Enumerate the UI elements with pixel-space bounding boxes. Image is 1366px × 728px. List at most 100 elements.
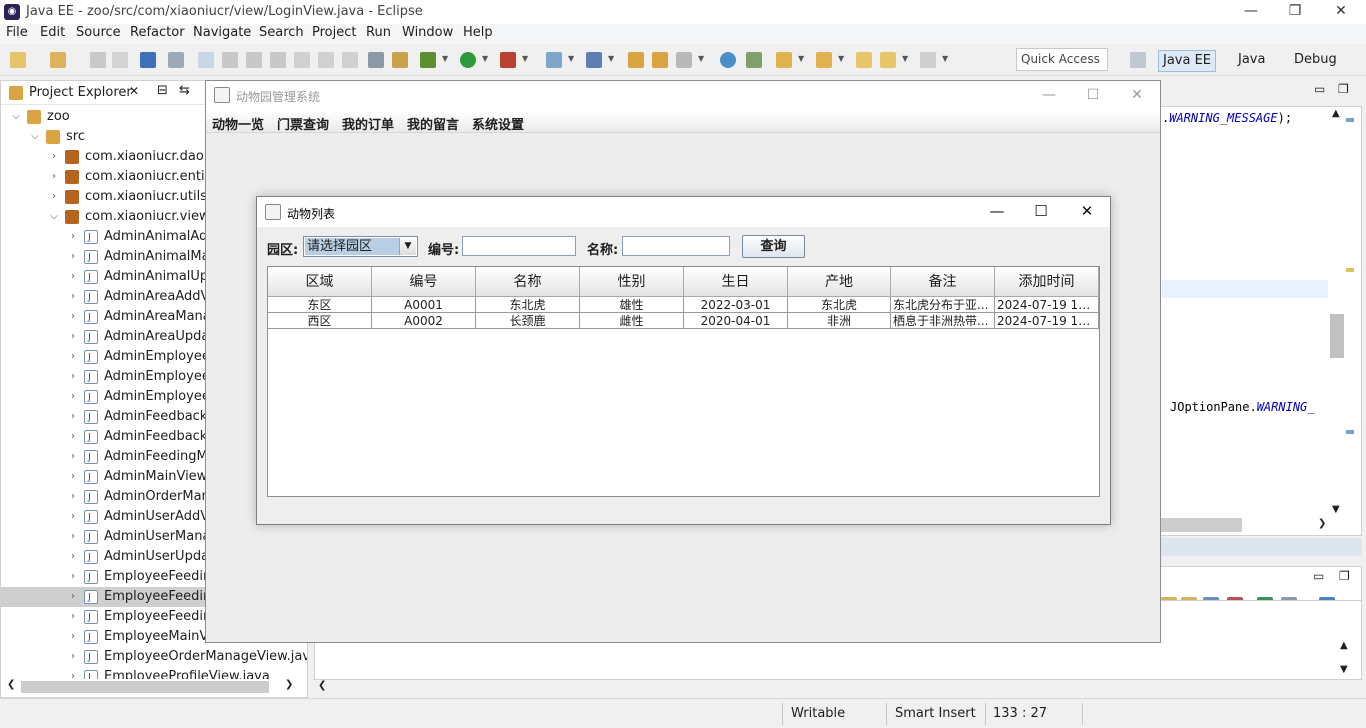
chevron-down-icon[interactable]: ⌵ bbox=[49, 207, 59, 227]
table-cell[interactable]: 东区 bbox=[268, 297, 372, 313]
project-explorer-hscrollbar[interactable]: ❮ ❯ bbox=[7, 679, 301, 693]
close-icon[interactable]: ✕ bbox=[1064, 197, 1110, 227]
chevron-right-icon[interactable]: › bbox=[49, 187, 59, 207]
close-icon[interactable]: ✕ bbox=[1318, 0, 1364, 24]
menu-ticket-query[interactable]: 门票查询 bbox=[277, 114, 329, 133]
table-cell[interactable]: 雌性 bbox=[580, 313, 684, 329]
chevron-right-icon[interactable]: › bbox=[68, 607, 78, 627]
debug-icon[interactable] bbox=[420, 52, 436, 68]
last-edit-icon[interactable] bbox=[856, 52, 872, 68]
skip-breakpoints-icon[interactable] bbox=[168, 52, 184, 68]
table-cell[interactable]: A0001 bbox=[372, 297, 476, 313]
table-cell[interactable]: 2020-04-01 bbox=[684, 313, 788, 329]
chevron-right-icon[interactable]: › bbox=[68, 347, 78, 367]
print-icon[interactable] bbox=[140, 52, 156, 68]
menu-run[interactable]: Run bbox=[366, 25, 391, 40]
quick-access-input[interactable]: Quick Access bbox=[1016, 48, 1108, 71]
menu-animal-overview[interactable]: 动物一览 bbox=[212, 114, 264, 133]
search-button[interactable]: 查询 bbox=[742, 235, 805, 258]
open-perspective-icon[interactable] bbox=[1130, 52, 1146, 68]
table-cell[interactable]: 东北虎 bbox=[788, 297, 891, 313]
menu-source[interactable]: Source bbox=[76, 25, 121, 40]
run-external-tool-icon[interactable] bbox=[500, 52, 516, 68]
animal-table[interactable]: 区域 编号 名称 性别 生日 产地 备注 添加时间 东区 A0001 东北虎 雄性 2022-03-01… bbox=[267, 266, 1100, 497]
perspective-debug[interactable]: Debug bbox=[1290, 50, 1341, 72]
table-header[interactable]: 性别 bbox=[580, 267, 684, 297]
open-task-icon[interactable] bbox=[392, 52, 408, 68]
chevron-right-icon[interactable]: › bbox=[68, 567, 78, 587]
scroll-thumb[interactable] bbox=[1330, 314, 1344, 358]
use-step-filters-icon[interactable] bbox=[368, 52, 384, 68]
tree-item[interactable]: › EmployeeProfileView.java bbox=[1, 667, 307, 679]
table-header[interactable]: 编号 bbox=[372, 267, 476, 297]
disconnect-icon[interactable] bbox=[270, 52, 286, 68]
menu-my-messages[interactable]: 我的留言 bbox=[407, 114, 459, 133]
new-server-icon[interactable] bbox=[50, 52, 66, 68]
table-cell[interactable]: 栖息于非洲热带... bbox=[891, 313, 995, 329]
code-input[interactable] bbox=[462, 236, 576, 256]
scroll-right-icon[interactable]: ❯ bbox=[285, 679, 293, 690]
table-header[interactable]: 产地 bbox=[788, 267, 891, 297]
chevron-right-icon[interactable]: › bbox=[49, 167, 59, 187]
save-icon[interactable] bbox=[90, 52, 106, 68]
editor-hscrollbar[interactable]: ❯ bbox=[1160, 518, 1332, 532]
scroll-down-icon[interactable]: ▼ bbox=[1332, 504, 1340, 515]
perspective-java-ee[interactable]: Java EE bbox=[1158, 50, 1217, 72]
menu-navigate[interactable]: Navigate bbox=[193, 25, 251, 40]
chevron-right-icon[interactable]: › bbox=[68, 327, 78, 347]
chevron-right-icon[interactable]: › bbox=[68, 227, 78, 247]
tree-item[interactable]: › EmployeeOrderManageView.jav bbox=[1, 647, 307, 667]
terminate-icon[interactable] bbox=[246, 52, 262, 68]
table-cell[interactable]: A0002 bbox=[372, 313, 476, 329]
back-icon[interactable] bbox=[880, 52, 896, 68]
maximize-icon[interactable]: ☐ bbox=[1018, 197, 1064, 227]
chevron-down-icon[interactable]: ▼ bbox=[399, 238, 416, 255]
toggle-mark-icon[interactable] bbox=[746, 52, 762, 68]
table-cell[interactable]: 东北虎 bbox=[476, 297, 580, 313]
table-cell[interactable]: 雄性 bbox=[580, 297, 684, 313]
table-cell[interactable]: 2024-07-19 16:2... bbox=[995, 297, 1099, 313]
minimize-icon[interactable]: — bbox=[974, 197, 1020, 227]
maximize-view-icon[interactable]: ❐ bbox=[1339, 569, 1350, 583]
scroll-up-icon[interactable]: ▲ bbox=[1332, 108, 1340, 119]
name-input[interactable] bbox=[622, 236, 730, 256]
chevron-right-icon[interactable]: › bbox=[68, 527, 78, 547]
animal-window-title-bar[interactable]: 动物列表 — ☐ ✕ bbox=[257, 197, 1110, 227]
project-explorer-tab[interactable]: Project Explorer bbox=[3, 83, 138, 105]
search-icon[interactable] bbox=[676, 52, 692, 68]
scroll-thumb[interactable] bbox=[1160, 518, 1242, 532]
table-cell[interactable]: 西区 bbox=[268, 313, 372, 329]
next-annotation-icon[interactable] bbox=[776, 52, 792, 68]
new-icon[interactable] bbox=[10, 52, 26, 68]
maximize-view-icon[interactable]: ❐ bbox=[1338, 82, 1349, 96]
previous-annotation-icon[interactable] bbox=[816, 52, 832, 68]
table-cell[interactable]: 东北虎分布于亚... bbox=[891, 297, 995, 313]
scroll-up-icon[interactable]: ▲ bbox=[1340, 640, 1348, 651]
menu-window[interactable]: Window bbox=[402, 25, 453, 40]
scroll-left-icon[interactable]: ❮ bbox=[318, 680, 326, 691]
table-cell[interactable]: 2024-07-19 16:3... bbox=[995, 313, 1099, 329]
close-tab-icon[interactable]: ✕ bbox=[129, 84, 139, 98]
overview-marker[interactable] bbox=[1346, 430, 1354, 434]
minimize-view-icon[interactable]: ▭ bbox=[1313, 569, 1324, 583]
perspective-java[interactable]: Java bbox=[1234, 50, 1269, 72]
overview-marker[interactable] bbox=[1346, 268, 1354, 272]
console-hscrollbar[interactable]: ❮ bbox=[318, 680, 1358, 694]
chevron-down-icon[interactable]: ⌵ bbox=[30, 127, 40, 147]
collapse-all-icon[interactable]: ⊟ bbox=[157, 83, 168, 98]
restore-icon[interactable]: ❐ bbox=[1272, 0, 1318, 24]
table-header[interactable]: 添加时间 bbox=[995, 267, 1099, 297]
chevron-right-icon[interactable]: › bbox=[68, 367, 78, 387]
resume-icon[interactable] bbox=[198, 52, 214, 68]
new-java-class-icon[interactable] bbox=[586, 52, 602, 68]
chevron-right-icon[interactable]: › bbox=[68, 407, 78, 427]
chevron-right-icon[interactable]: › bbox=[68, 247, 78, 267]
table-cell[interactable]: 非洲 bbox=[788, 313, 891, 329]
forward-icon[interactable] bbox=[920, 52, 936, 68]
scroll-thumb[interactable] bbox=[21, 681, 269, 693]
table-header[interactable]: 区域 bbox=[268, 267, 372, 297]
chevron-right-icon[interactable]: › bbox=[68, 267, 78, 287]
chevron-right-icon[interactable]: › bbox=[68, 387, 78, 407]
table-header[interactable]: 生日 bbox=[684, 267, 788, 297]
menu-help[interactable]: Help bbox=[463, 25, 493, 40]
